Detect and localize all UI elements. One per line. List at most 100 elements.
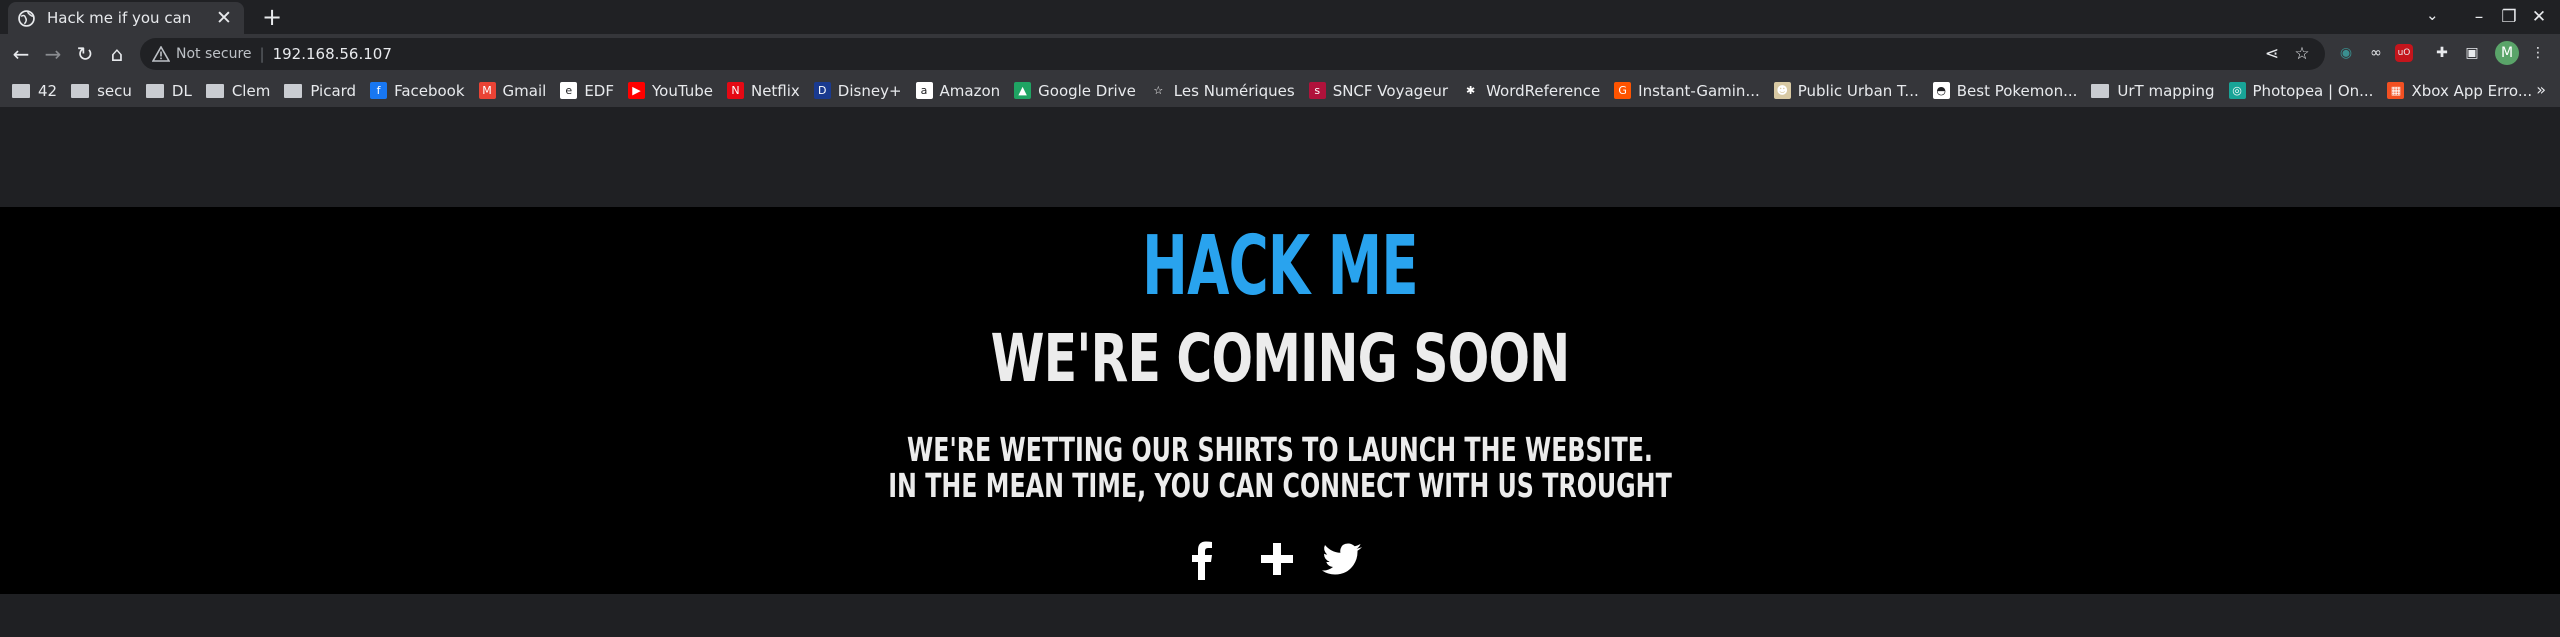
share-icon[interactable]: ⋖ (2260, 42, 2284, 66)
home-icon[interactable]: ⌂ (102, 39, 132, 69)
urban-terror-icon: ☻ (1773, 82, 1791, 99)
bookmark-dl[interactable]: DL (145, 81, 192, 100)
bookmark-best-pokemon[interactable]: ◓ Best Pokemon... (1932, 81, 2078, 100)
bookmark-label: Disney+ (837, 81, 902, 100)
bookmark-amazon[interactable]: a Amazon (915, 82, 1000, 100)
subheading-line-2: IN THE MEAN TIME, YOU CAN CONNECT WITH U… (888, 466, 1672, 505)
bookmark-label: Instant-Gamin... (1638, 81, 1760, 100)
tab-active[interactable]: Hack me if you can ✕ (8, 2, 244, 34)
subheading: WE'RE WETTING OUR SHIRTS TO LAUNCH THE W… (358, 432, 2201, 504)
google-drive-icon: ▲ (1014, 82, 1032, 99)
coming-soon-heading: WE'RE COMING SOON (990, 320, 1571, 397)
youtube-icon: ▶ (627, 82, 645, 99)
security-label[interactable]: Not secure (176, 46, 252, 62)
bookmarks-bar: 42 secu DL Clem Picard f Facebook M Gmail e EDF ▶ Yo… (0, 74, 2560, 107)
hero-section: HACK ME WE'RE COMING SOON WE'RE WETTING … (0, 207, 2560, 594)
bookmark-label: YouTube (651, 81, 713, 100)
bookmark-label: Netflix (750, 81, 800, 100)
address-bar[interactable]: Not secure | 192.168.56.107 ⋖ ☆ (140, 38, 2325, 70)
bookmark-xbox-app-erro[interactable]: ▦ Xbox App Erro... (2387, 82, 2532, 100)
bookmark-gmail[interactable]: M Gmail (478, 81, 547, 100)
folder-icon (71, 83, 90, 98)
bookmark-google-drive[interactable]: ▲ Google Drive (1014, 82, 1136, 100)
tab-title: Hack me if you can (47, 9, 192, 27)
bookmark-netflix[interactable]: N Netflix (726, 81, 800, 100)
puzzle-icon[interactable]: ✚ (2431, 42, 2453, 64)
bookmark-label: EDF (584, 81, 614, 100)
restore-icon[interactable]: ❐ (2492, 2, 2526, 32)
globe-icon (18, 9, 35, 27)
twitter-link[interactable] (1320, 537, 1366, 583)
page-top-band (0, 107, 2560, 207)
photopea-icon: ◎ (2228, 82, 2246, 99)
bookmark-instant-gamin[interactable]: G Instant-Gamin... (1614, 82, 1760, 100)
bookmark-sncf-voyageur[interactable]: s SNCF Voyageur (1308, 82, 1448, 100)
forward-arrow-icon[interactable]: → (38, 39, 68, 69)
bookmark-secu[interactable]: secu (71, 82, 132, 100)
edf-icon: e (560, 82, 578, 99)
subheading-line-1: WE'RE WETTING OUR SHIRTS TO LAUNCH THE W… (907, 430, 1653, 469)
social-links (1180, 537, 1380, 587)
chevron-down-icon[interactable]: ⌄ (2426, 6, 2439, 24)
bookmark-photopea-on[interactable]: ◎ Photopea | On... (2228, 81, 2374, 100)
netflix-icon: N (726, 82, 744, 99)
bookmark-label: Gmail (502, 81, 547, 100)
bookmark-clem[interactable]: Clem (205, 81, 271, 100)
pokeball-icon: ◓ (1932, 82, 1950, 99)
star-icon: ☆ (1149, 82, 1167, 99)
bookmark-label: Picard (310, 81, 357, 100)
gmail-icon: M (478, 82, 496, 99)
bookmarks-overflow-icon[interactable]: » (2536, 80, 2546, 99)
bookmark-label: WordReference (1486, 81, 1601, 100)
amazon-icon: a (915, 82, 933, 99)
bookmark-42[interactable]: 42 (12, 82, 57, 100)
menu-dots-icon[interactable]: ⋮ (2527, 42, 2549, 64)
bookmark-label: DL (171, 81, 192, 100)
close-icon[interactable]: ✕ (214, 8, 234, 28)
profile-avatar[interactable]: M (2495, 41, 2519, 65)
folder-icon (284, 83, 303, 98)
bookmark-facebook[interactable]: f Facebook (370, 81, 465, 100)
browser-chrome: Hack me if you can ✕ + ⌄ – ❐ ✕ ← → ↻ ⌂ N… (0, 0, 2560, 107)
extension-icon[interactable]: ◉ (2335, 42, 2357, 64)
bookmark-les-num-riques[interactable]: ☆ Les Numériques (1149, 82, 1295, 100)
bookmark-urt-mapping[interactable]: UrT mapping (2091, 81, 2215, 100)
close-window-icon[interactable]: ✕ (2522, 2, 2556, 32)
microsoft-icon: ▦ (2387, 82, 2405, 99)
folder-icon (2091, 83, 2110, 98)
bookmark-youtube[interactable]: ▶ YouTube (627, 81, 713, 100)
facebook-icon (1192, 541, 1212, 580)
bookmark-label: Clem (231, 81, 271, 100)
bookmark-disney[interactable]: D Disney+ (813, 81, 902, 100)
brand-title: HACK ME (1142, 219, 1419, 314)
new-tab-button[interactable]: + (259, 4, 285, 30)
bookmark-label: Xbox App Erro... (2411, 81, 2533, 100)
bookmark-label: Photopea | On... (2252, 81, 2374, 100)
ublock-icon[interactable]: uO (2395, 44, 2413, 62)
disney-icon: D (813, 82, 831, 99)
facebook-link[interactable] (1180, 537, 1226, 583)
page-bottom-band (0, 594, 2560, 637)
bookmark-label: UrT mapping (2117, 81, 2215, 100)
google-plus-link[interactable] (1254, 537, 1300, 583)
bookmark-public-urban-t[interactable]: ☻ Public Urban T... (1773, 82, 1919, 100)
back-arrow-icon[interactable]: ← (6, 39, 36, 69)
star-icon[interactable]: ☆ (2290, 42, 2314, 66)
folder-icon (145, 83, 164, 98)
bookmark-label: Best Pokemon... (1956, 81, 2078, 100)
glasses-icon[interactable]: ∞ (2365, 42, 2387, 64)
bookmark-label: 42 (38, 81, 58, 100)
minimize-icon[interactable]: – (2462, 2, 2496, 32)
wordreference-icon: ✱ (1462, 82, 1480, 99)
sidebar-icon[interactable]: ▣ (2461, 42, 2483, 64)
bookmark-label: Facebook (394, 81, 465, 100)
bookmark-picard[interactable]: Picard (284, 82, 356, 100)
bookmark-edf[interactable]: e EDF (560, 82, 614, 100)
url-text[interactable]: 192.168.56.107 (273, 45, 392, 63)
sncf-icon: s (1308, 82, 1326, 99)
reload-icon[interactable]: ↻ (70, 39, 100, 69)
folder-icon (12, 83, 30, 98)
bookmark-wordreference[interactable]: ✱ WordReference (1462, 82, 1600, 100)
warning-icon (152, 46, 170, 62)
bookmark-label: secu (97, 81, 132, 100)
